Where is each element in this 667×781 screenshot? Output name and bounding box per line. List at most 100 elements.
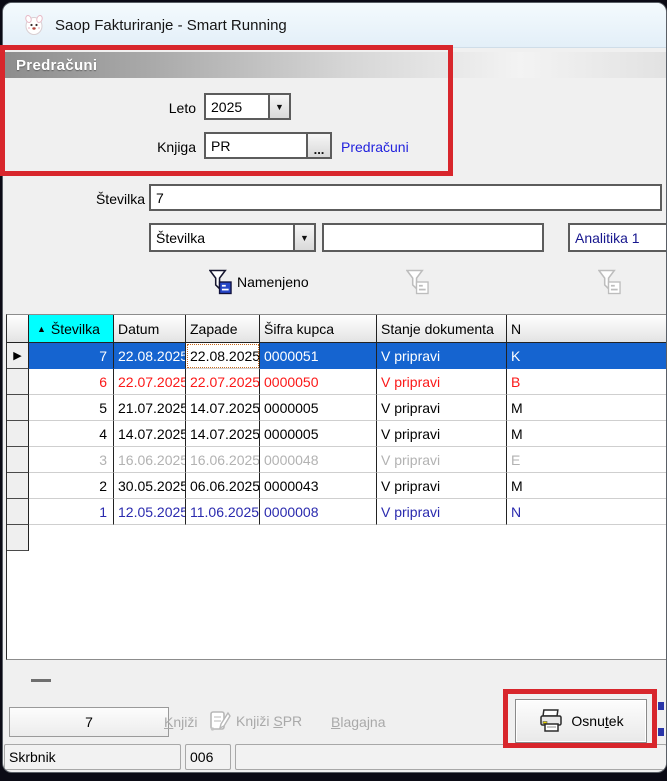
cell-sifra[interactable]: 0000048 (260, 447, 377, 473)
row-selector (7, 525, 29, 551)
osnutek-button[interactable]: Osnutek (515, 699, 647, 743)
cell-stevilka[interactable]: 3 (29, 447, 114, 473)
cell-datum[interactable]: 30.05.2025 (114, 473, 186, 499)
cell-sifra[interactable]: 0000043 (260, 473, 377, 499)
filter-active-icon[interactable] (209, 268, 232, 296)
table-row[interactable]: 4 14.07.2025 14.07.2025 0000005 V pripravi M (7, 421, 666, 447)
table-row[interactable]: 1 12.05.2025 11.06.2025 0000008 V pripravi N (7, 499, 666, 525)
namenjeno-label: Namenjeno (237, 274, 309, 290)
table-row-empty (7, 525, 666, 551)
knjiga-input[interactable]: PR ... (204, 132, 332, 159)
cell-sifra[interactable]: 0000051 (260, 343, 377, 369)
table-row[interactable]: 3 16.06.2025 16.06.2025 0000048 V pripravi E (7, 447, 666, 473)
cell-stanje[interactable]: V pripravi (377, 421, 507, 447)
row-selector[interactable]: ▶ (7, 343, 29, 369)
cell-zapade[interactable]: 22.07.2025 (186, 369, 260, 395)
cell-stevilka[interactable]: 2 (29, 473, 114, 499)
cell-n[interactable]: B (507, 369, 666, 395)
table-row[interactable]: 5 21.07.2025 14.07.2025 0000005 V pripravi M (7, 395, 666, 421)
cell-sifra[interactable]: 0000050 (260, 369, 377, 395)
stevilka-input[interactable]: 7 (149, 184, 662, 211)
cell-stevilka[interactable]: 7 (29, 343, 114, 369)
book-pen-icon (210, 711, 231, 731)
filter-inactive-icon[interactable] (406, 268, 429, 296)
column-header-n[interactable]: N (507, 315, 666, 343)
panel-caption-bar: Predračuni (3, 52, 666, 78)
row-selector[interactable] (7, 499, 29, 525)
stevilka-value: 7 (156, 189, 164, 206)
statusbar-extra-panel (235, 744, 666, 770)
cell-datum[interactable]: 16.06.2025 (114, 447, 186, 473)
filter-field-dropdown-button[interactable]: ▼ (293, 225, 314, 250)
filter-field-combobox[interactable]: Številka ▼ (149, 223, 316, 252)
analitika-combobox[interactable]: Analitika 1 (568, 223, 666, 252)
cell-zapade[interactable]: 06.06.2025 (186, 473, 260, 499)
table-row[interactable]: 6 22.07.2025 22.07.2025 0000050 V pripravi B (7, 369, 666, 395)
cell-sifra[interactable]: 0000008 (260, 499, 377, 525)
cell-stanje[interactable]: V pripravi (377, 369, 507, 395)
cell-stevilka[interactable]: 6 (29, 369, 114, 395)
filter-inactive-icon[interactable] (598, 268, 621, 296)
chevron-down-icon: ▼ (275, 101, 284, 112)
cell-stanje[interactable]: V pripravi (377, 499, 507, 525)
knjizi-spr-button[interactable]: Knjiži SPR (208, 708, 302, 734)
window-title: Saop Fakturiranje - Smart Running (55, 16, 287, 34)
cell-stanje[interactable]: V pripravi (377, 343, 507, 369)
leto-dropdown-button[interactable]: ▼ (268, 95, 289, 118)
knjiga-description-link[interactable]: Predračuni (341, 139, 409, 155)
cell-datum[interactable]: 22.08.2025 (114, 343, 186, 369)
cell-n[interactable]: E (507, 447, 666, 473)
row-selector[interactable] (7, 473, 29, 499)
cell-stevilka[interactable]: 4 (29, 421, 114, 447)
table-body: ▶ 7 22.08.2025 22.08.2025 0000051 V pripravi K… (7, 343, 666, 551)
cell-stanje[interactable]: V pripravi (377, 473, 507, 499)
statusbar-user: Skrbnik (9, 749, 56, 765)
app-window: Saop Fakturiranje - Smart Running Predra… (2, 2, 667, 773)
knjiga-value: PR (211, 137, 231, 154)
cell-stevilka[interactable]: 5 (29, 395, 114, 421)
column-header-stanje-dokumenta[interactable]: Stanje dokumenta (377, 315, 507, 343)
cell-n[interactable]: M (507, 395, 666, 421)
chevron-down-icon: ▼ (300, 232, 309, 243)
cell-datum[interactable]: 22.07.2025 (114, 369, 186, 395)
table-header-row: ▲ Številka Datum Zapade Šifra kupca Stan… (7, 315, 666, 343)
column-header-sifra-kupca[interactable]: Šifra kupca (260, 315, 377, 343)
knjiga-lookup-button[interactable]: ... (306, 134, 330, 157)
leto-label: Leto (168, 100, 196, 116)
cell-n[interactable]: K (507, 343, 666, 369)
table-row[interactable]: 2 30.05.2025 06.06.2025 0000043 V pripravi M (7, 473, 666, 499)
cell-zapade[interactable]: 14.07.2025 (186, 395, 260, 421)
leto-combobox[interactable]: 2025 ▼ (204, 93, 291, 120)
table-row[interactable]: ▶ 7 22.08.2025 22.08.2025 0000051 V pripravi K (7, 343, 666, 369)
row-selector[interactable] (7, 369, 29, 395)
cell-zapade[interactable]: 22.08.2025 (186, 343, 260, 369)
splitter-handle[interactable] (31, 679, 51, 682)
cell-n[interactable]: M (507, 473, 666, 499)
cell-zapade[interactable]: 14.07.2025 (186, 421, 260, 447)
knjizi-button[interactable]: Knjiži (164, 714, 197, 730)
cell-sifra[interactable]: 0000005 (260, 421, 377, 447)
row-selector[interactable] (7, 395, 29, 421)
row-selector[interactable] (7, 421, 29, 447)
cell-datum[interactable]: 14.07.2025 (114, 421, 186, 447)
column-header-datum[interactable]: Datum (114, 315, 186, 343)
cut-off-element (658, 700, 665, 740)
cell-sifra[interactable]: 0000005 (260, 395, 377, 421)
cell-zapade[interactable]: 11.06.2025 (186, 499, 260, 525)
cell-zapade[interactable]: 16.06.2025 (186, 447, 260, 473)
cell-datum[interactable]: 12.05.2025 (114, 499, 186, 525)
cell-stanje[interactable]: V pripravi (377, 395, 507, 421)
saop-mascot-icon (25, 15, 43, 35)
cell-datum[interactable]: 21.07.2025 (114, 395, 186, 421)
stevilka-label: Številka (95, 191, 145, 207)
cell-n[interactable]: N (507, 499, 666, 525)
filter-text-input[interactable] (322, 223, 544, 252)
cell-stevilka[interactable]: 1 (29, 499, 114, 525)
column-header-zapade[interactable]: Zapade (186, 315, 260, 343)
cell-n[interactable]: M (507, 421, 666, 447)
row-selector[interactable] (7, 447, 29, 473)
column-header-stevilka[interactable]: ▲ Številka (29, 315, 114, 343)
blagajna-button[interactable]: Blagajna (331, 714, 386, 730)
cell-stanje[interactable]: V pripravi (377, 447, 507, 473)
analitika-value: Analitika 1 (575, 229, 640, 246)
